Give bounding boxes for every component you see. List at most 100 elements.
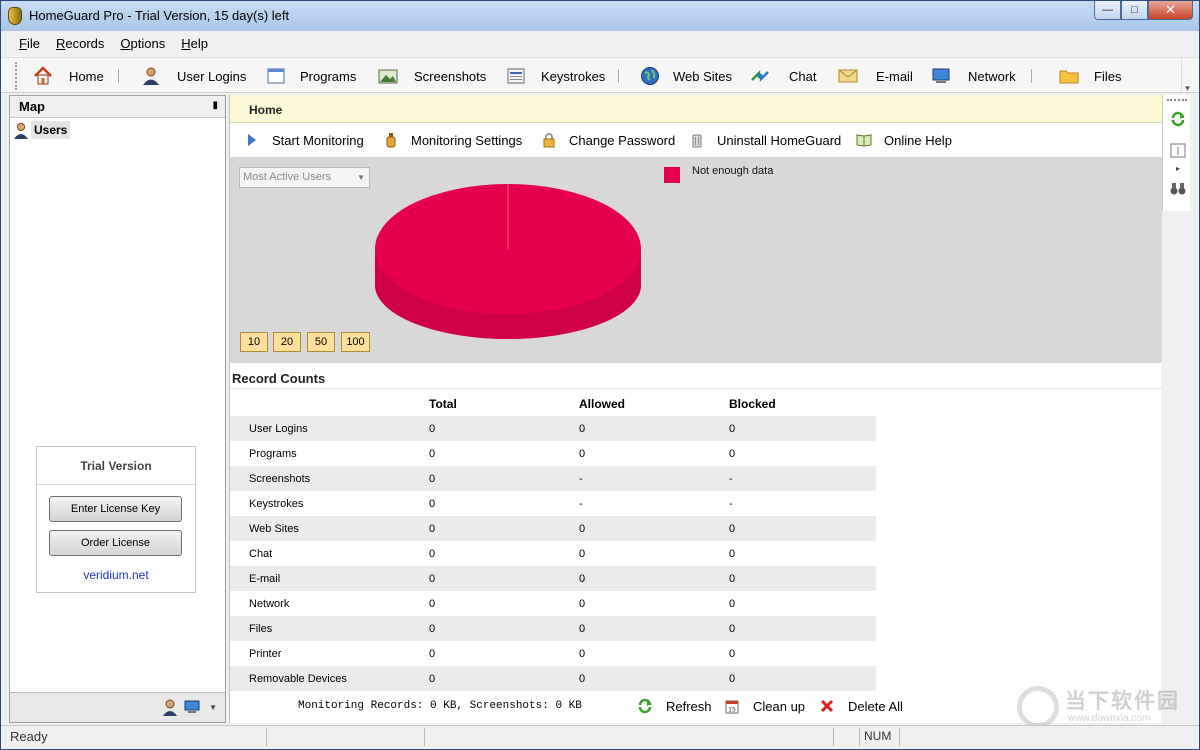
status-text: Ready — [10, 729, 48, 744]
refresh-icon — [637, 698, 653, 714]
monitoring-settings-button[interactable]: Monitoring Settings — [383, 123, 522, 157]
toolbar-overflow-button[interactable]: ▾ — [1181, 58, 1193, 93]
maximize-button[interactable]: □ — [1121, 1, 1148, 20]
divider — [230, 388, 1162, 389]
right-edge-strip — [1190, 95, 1199, 723]
watermark-text: 当下软件园 — [1065, 690, 1180, 713]
record-counts-title: Record Counts — [232, 371, 326, 386]
page-title: Home — [249, 103, 283, 117]
toolbar-separator — [118, 69, 119, 83]
svg-text:15: 15 — [728, 707, 736, 714]
panel-grip[interactable] — [1167, 99, 1187, 101]
picture-icon — [378, 66, 398, 86]
menu-help[interactable]: Help — [181, 36, 208, 51]
user-icon[interactable] — [161, 698, 179, 716]
computer-icon[interactable] — [183, 698, 201, 716]
users-filter-select[interactable]: Most Active Users ▼ — [239, 167, 370, 188]
record-counts-table: Total Allowed Blocked User Logins 0 0 0 Pro… — [230, 392, 876, 691]
start-monitoring-button[interactable]: Start Monitoring — [244, 123, 364, 157]
toolbar-separator — [1031, 69, 1032, 83]
table-row: E-mail 0 0 0 — [230, 566, 876, 591]
binoculars-icon[interactable] — [1169, 179, 1187, 197]
house-icon — [33, 66, 53, 86]
main-toolbar: Home User Logins Programs Screenshots Ke… — [1, 57, 1199, 93]
enter-license-key-button[interactable]: Enter License Key — [49, 496, 182, 522]
status-separator — [899, 728, 900, 746]
veridium-link[interactable]: veridium.net — [37, 568, 195, 582]
toolbar-screenshots-button[interactable]: Screenshots — [378, 58, 486, 94]
legend-label: Not enough data — [692, 165, 774, 177]
toolbar-programs-button[interactable]: Programs — [266, 58, 356, 94]
uninstall-button[interactable]: Uninstall HomeGuard — [689, 123, 841, 157]
chat-arrows-icon — [750, 66, 770, 86]
toolbar-chat-button[interactable]: Chat — [750, 58, 816, 94]
toolbar-web-sites-button[interactable]: Web Sites — [640, 58, 732, 94]
calendar-icon: 15 — [724, 698, 740, 714]
monitoring-size-text: Monitoring Records: 0 KB, Screenshots: 0… — [298, 700, 582, 712]
toolbar-home-button[interactable]: Home — [33, 58, 104, 94]
chart-area: Most Active Users ▼ Not enough data 10 2… — [230, 157, 1162, 363]
minimize-button[interactable]: — — [1094, 1, 1121, 20]
table-row: Network 0 0 0 — [249, 598, 736, 610]
window-title: HomeGuard Pro - Trial Version, 15 day(s)… — [29, 8, 290, 23]
toolbar-user-logins-button[interactable]: User Logins — [141, 58, 246, 94]
book-icon — [856, 132, 872, 148]
play-icon — [244, 132, 260, 148]
legend-swatch — [664, 167, 680, 183]
map-users-label: Users — [31, 121, 71, 139]
toolbar-grip[interactable] — [15, 62, 18, 90]
chevron-right-icon[interactable]: ▸ — [1169, 159, 1187, 177]
menu-file[interactable]: File — [19, 36, 40, 51]
status-separator — [266, 728, 267, 746]
app-shield-icon — [8, 7, 22, 25]
map-panel-footer: ▼ — [10, 692, 225, 722]
delete-all-button[interactable]: Delete All — [819, 698, 903, 714]
status-bar: Ready NUM — [1, 725, 1199, 749]
folder-icon — [1059, 66, 1079, 86]
refresh-icon[interactable] — [1169, 110, 1187, 128]
top-50-button[interactable]: 50 — [307, 332, 335, 352]
map-tree-users[interactable]: Users — [13, 121, 71, 139]
envelope-icon — [838, 66, 858, 86]
toolbar-files-button[interactable]: Files — [1059, 58, 1121, 94]
table-row: Programs 0 0 0 — [249, 448, 736, 460]
status-separator — [833, 728, 834, 746]
lock-icon — [541, 132, 557, 148]
menu-options[interactable]: Options — [120, 36, 165, 51]
right-side-panel: ▸ — [1162, 95, 1190, 211]
action-bar: Start Monitoring Monitoring Settings Cha… — [230, 123, 1162, 157]
table-row: Web Sites 0 0 0 — [230, 516, 876, 541]
refresh-button[interactable]: Refresh — [637, 698, 712, 714]
order-license-button[interactable]: Order License — [49, 530, 182, 556]
menu-bar: File Records Options Help — [1, 31, 1199, 55]
top-20-button[interactable]: 20 — [273, 332, 301, 352]
map-panel: Map ▮ Users Trial Version Enter License … — [9, 95, 226, 723]
top-10-button[interactable]: 10 — [240, 332, 268, 352]
pin-icon[interactable]: ▮ — [212, 100, 218, 111]
toolbar-email-button[interactable]: E-mail — [838, 58, 913, 94]
user-icon — [14, 122, 28, 139]
table-row: Files 0 0 0 — [230, 616, 876, 641]
table-header: Total Allowed Blocked — [429, 397, 776, 411]
change-password-button[interactable]: Change Password — [541, 123, 675, 157]
chevron-down-icon: ▼ — [357, 173, 365, 182]
calendar-icon[interactable] — [1169, 141, 1187, 159]
online-help-button[interactable]: Online Help — [856, 123, 952, 157]
menu-records[interactable]: Records — [56, 36, 104, 51]
keyboard-icon — [506, 66, 526, 86]
map-footer-icons: ▼ — [161, 698, 217, 716]
toolbar-network-button[interactable]: Network — [931, 58, 1016, 94]
table-row: Removable Devices 0 0 0 — [230, 666, 876, 691]
main-content: Home Start Monitoring Monitoring Setting… — [229, 95, 1162, 723]
watermark-logo-icon — [1017, 686, 1059, 728]
status-separator — [859, 728, 860, 746]
clean-up-button[interactable]: 15 Clean up — [724, 698, 805, 714]
toolbar-keystrokes-button[interactable]: Keystrokes — [506, 58, 605, 94]
chevron-down-icon[interactable]: ▼ — [209, 703, 217, 712]
trial-title: Trial Version — [37, 447, 195, 485]
close-button[interactable]: ✕ — [1148, 1, 1193, 20]
user-icon — [141, 66, 161, 86]
pie-slice-not-enough-data — [375, 184, 641, 339]
table-row: Keystrokes 0- - — [249, 498, 733, 510]
top-100-button[interactable]: 100 — [341, 332, 370, 352]
